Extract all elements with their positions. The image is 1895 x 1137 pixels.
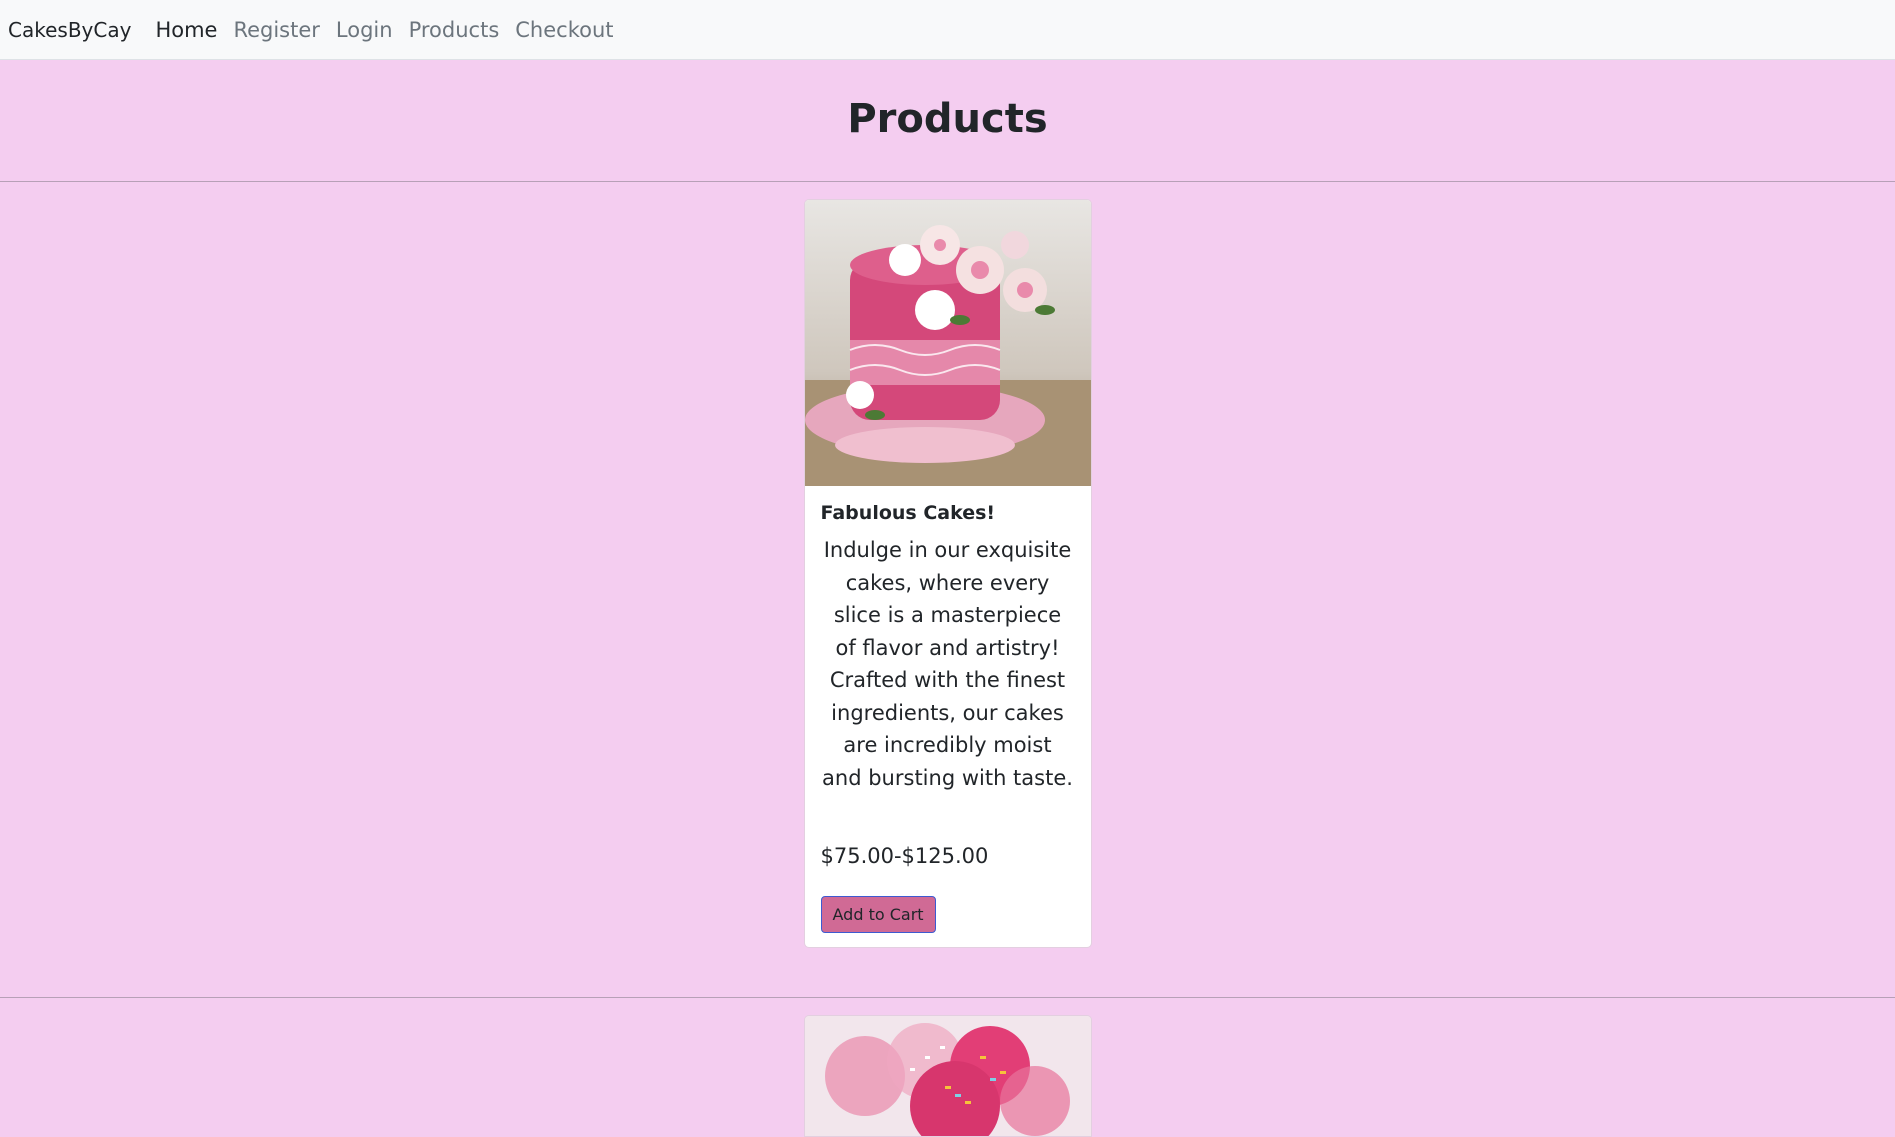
- add-to-cart-button[interactable]: Add to Cart: [820, 896, 936, 933]
- nav-register[interactable]: Register: [233, 18, 319, 42]
- product-card: Fabulous Cakes! Indulge in our exquisite…: [803, 199, 1092, 948]
- card-body: Fabulous Cakes! Indulge in our exquisite…: [805, 486, 1091, 947]
- nav-products[interactable]: Products: [409, 18, 500, 42]
- product-card: [803, 1015, 1092, 1137]
- cake-image: [804, 200, 1091, 486]
- product-section: Fabulous Cakes! Indulge in our exquisite…: [0, 182, 1895, 948]
- cake-pops-image: [804, 1016, 1091, 1136]
- product-section: [0, 998, 1895, 1137]
- brand-link[interactable]: CakesByCay: [8, 18, 131, 42]
- top-navbar: CakesByCay Home Register Login Products …: [0, 0, 1895, 60]
- product-title: Fabulous Cakes!: [820, 502, 996, 524]
- nav-login[interactable]: Login: [336, 18, 393, 42]
- product-price: $75.00-$125.00: [820, 844, 989, 868]
- product-description: Indulge in our exquisite cakes, where ev…: [822, 538, 1073, 790]
- nav-home[interactable]: Home: [155, 18, 217, 42]
- page-title: Products: [847, 96, 1048, 142]
- nav-checkout[interactable]: Checkout: [515, 18, 613, 42]
